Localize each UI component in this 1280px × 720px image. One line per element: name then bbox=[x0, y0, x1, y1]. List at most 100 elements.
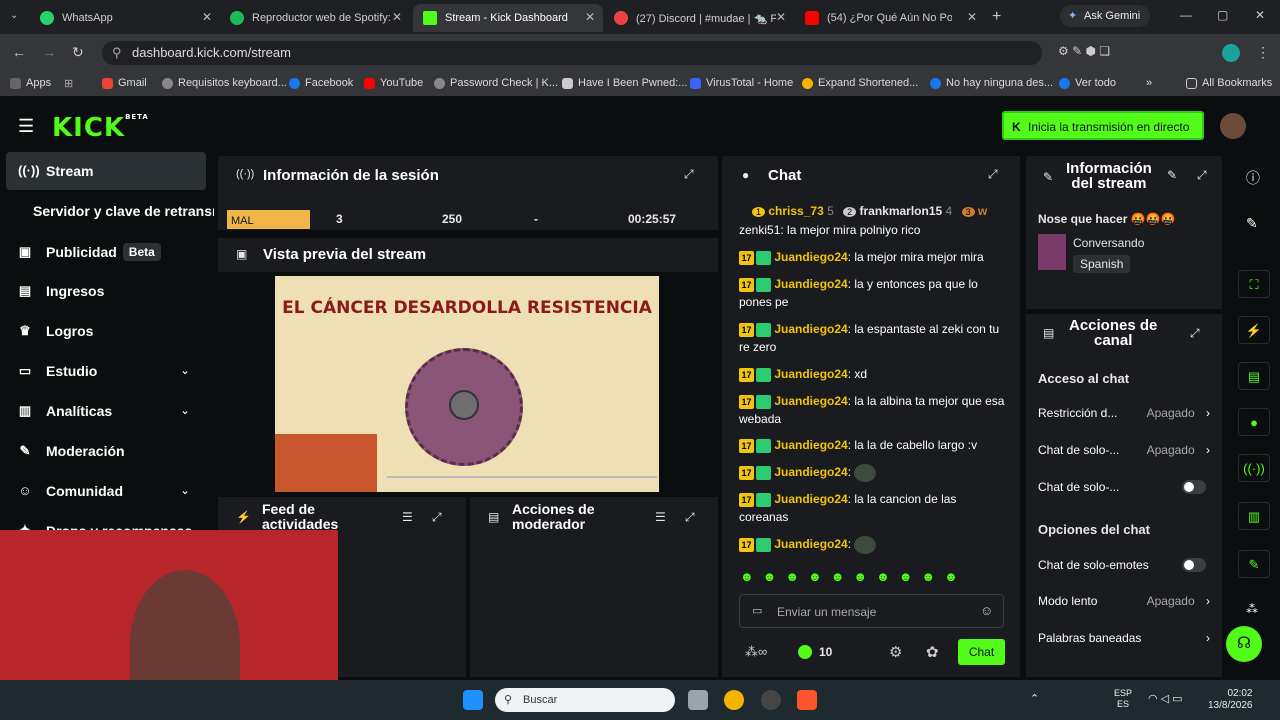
sidebar-item-community[interactable]: ☺ Comunidad bbox=[18, 483, 123, 499]
close-icon[interactable]: ✕ bbox=[392, 10, 402, 24]
tab-list-icon[interactable]: ⌄ bbox=[10, 10, 18, 21]
tab-spotify[interactable]: Reproductor web de Spotify: m ✕ bbox=[220, 4, 410, 32]
close-icon[interactable]: ✕ bbox=[585, 10, 595, 24]
gear-icon[interactable]: ⚙ bbox=[889, 643, 902, 661]
popout-icon[interactable]: ⤢ bbox=[432, 510, 442, 525]
site-info-icon[interactable]: ⚲ bbox=[112, 41, 122, 65]
close-icon[interactable]: ✕ bbox=[776, 10, 786, 24]
followers-only-toggle[interactable] bbox=[1182, 480, 1206, 494]
windows-start-icon[interactable] bbox=[463, 690, 483, 710]
chat-setting-row[interactable]: Modo lento Apagado › bbox=[1038, 594, 1210, 608]
chat-username[interactable]: Juandiego24 bbox=[774, 492, 847, 506]
sidebar-item-analytics[interactable]: ▥ Analíticas bbox=[18, 403, 112, 419]
hamburger-menu-icon[interactable]: ☰ bbox=[18, 116, 34, 137]
edit-layout-icon[interactable]: ✎ bbox=[1246, 215, 1258, 232]
stream-preview-video[interactable]: EL CÁNCER DESARDOLLA RESISTENCIA bbox=[275, 276, 659, 492]
emoji-icon[interactable]: ☺ bbox=[980, 603, 993, 618]
tab-kick[interactable]: Stream - Kick Dashboard ✕ bbox=[413, 4, 603, 32]
chat-setting-row[interactable]: Palabras baneadas › bbox=[1038, 631, 1210, 645]
menu-icon[interactable]: ⋮ bbox=[1256, 44, 1270, 61]
bookmark-gmail[interactable]: Gmail bbox=[102, 77, 147, 89]
info-icon[interactable]: ⓘ bbox=[1246, 168, 1260, 188]
sidebar-item-moderation[interactable]: ✎ Moderación bbox=[18, 443, 125, 459]
address-bar[interactable]: ⚲ dashboard.kick.com/stream bbox=[102, 41, 1042, 65]
wrench-icon[interactable]: ✎ bbox=[1238, 550, 1270, 578]
profile-avatar[interactable] bbox=[1222, 44, 1240, 62]
user-avatar[interactable] bbox=[1220, 113, 1246, 139]
bookmark-grid[interactable]: ⊞ bbox=[64, 77, 73, 90]
bookmark-password[interactable]: Password Check | K... bbox=[434, 77, 558, 89]
notes-icon[interactable]: ▤ bbox=[1238, 362, 1270, 390]
chat-setting-row[interactable]: Chat de solo-... Apagado › bbox=[1038, 443, 1210, 457]
chat-username[interactable]: Juandiego24 bbox=[774, 367, 847, 381]
chevron-down-icon[interactable]: ⌄ bbox=[180, 483, 190, 497]
extensions-area[interactable]: ⚙ ✎ ⬢ ❏ bbox=[1058, 44, 1168, 62]
forward-icon[interactable]: → bbox=[42, 44, 56, 60]
clock[interactable]: 02:02 13/8/2026 bbox=[1208, 688, 1253, 712]
chat-username[interactable]: Juandiego24 bbox=[774, 537, 847, 551]
chrome-icon[interactable] bbox=[724, 690, 744, 710]
chat-username[interactable]: Juandiego24 bbox=[774, 250, 847, 264]
broadcast-icon[interactable]: ((·)) bbox=[1238, 454, 1270, 482]
chat-setting-row[interactable]: Restricción d... Apagado › bbox=[1038, 406, 1210, 420]
wifi-icon[interactable]: ◠ ◁ ▭ bbox=[1148, 692, 1183, 705]
chatter-name[interactable]: frankmarlon15 bbox=[859, 204, 942, 218]
chat-username[interactable]: Juandiego24 bbox=[774, 277, 847, 291]
reload-icon[interactable]: ↻ bbox=[72, 44, 84, 61]
new-tab-button[interactable]: + bbox=[992, 8, 1001, 26]
sidebar-item-server[interactable]: Servidor y clave de retransm bbox=[33, 203, 214, 219]
filter-icon[interactable]: ☰ bbox=[655, 510, 666, 524]
network-icon[interactable]: ⁂ bbox=[1246, 602, 1258, 616]
taskbar-search[interactable]: ⚲ Buscar bbox=[495, 688, 675, 712]
minimize-button[interactable]: — bbox=[1180, 8, 1192, 22]
tab-discord[interactable]: (27) Discord | #mudae | 🐀 Pe ✕ bbox=[604, 4, 794, 32]
chat-rail-icon[interactable]: ● bbox=[1238, 408, 1270, 436]
channel-points-icon[interactable]: ⁂∞ bbox=[745, 644, 767, 660]
chat-username[interactable]: Juandiego24 bbox=[774, 438, 847, 452]
close-icon[interactable]: ✕ bbox=[202, 10, 212, 24]
task-view-icon[interactable] bbox=[688, 690, 708, 710]
language-indicator[interactable]: ESP ES bbox=[1114, 688, 1132, 710]
layout-icon[interactable]: ▥ bbox=[1238, 502, 1270, 530]
popout-icon[interactable]: ⤢ bbox=[684, 167, 694, 182]
bookmark-expand[interactable]: Expand Shortened... bbox=[802, 77, 918, 89]
app-icon[interactable] bbox=[761, 690, 781, 710]
chevron-down-icon[interactable]: ⌄ bbox=[180, 403, 190, 417]
bookmark-vertodo[interactable]: Ver todo bbox=[1059, 77, 1116, 89]
maximize-button[interactable]: ▢ bbox=[1217, 8, 1228, 22]
bookmark-facebook[interactable]: Facebook bbox=[289, 77, 353, 89]
clip-icon[interactable]: ⛶ bbox=[1238, 270, 1270, 298]
more-bookmarks-icon[interactable]: » bbox=[1146, 77, 1152, 89]
chat-username[interactable]: Juandiego24 bbox=[774, 322, 847, 336]
tab-whatsapp[interactable]: WhatsApp ✕ bbox=[30, 4, 220, 32]
bookmark-hibp[interactable]: Have I Been Pwned:... bbox=[562, 77, 687, 89]
send-chat-button[interactable]: Chat bbox=[958, 639, 1005, 665]
popout-icon[interactable]: ⤢ bbox=[685, 510, 695, 525]
category-name[interactable]: Conversando bbox=[1073, 236, 1144, 250]
chatter-name[interactable]: chriss_73 bbox=[768, 204, 823, 218]
sidebar-item-studio[interactable]: ▭ Estudio bbox=[18, 363, 98, 379]
bookmark-nohay[interactable]: No hay ninguna des... bbox=[930, 77, 1053, 89]
chat-username[interactable]: Juandiego24 bbox=[774, 394, 847, 408]
go-live-button[interactable]: K Inicia la transmisión en directo bbox=[1002, 111, 1204, 140]
sidebar-item-achievements[interactable]: ♛ Logros bbox=[18, 323, 93, 339]
bookmark-keyboard[interactable]: Requisitos keyboard... bbox=[162, 77, 287, 89]
bolt-icon[interactable]: ⚡ bbox=[1238, 316, 1270, 344]
tab-youtube[interactable]: (54) ¿Por Qué Aún No Po ✕ bbox=[795, 4, 985, 32]
tray-chevron-icon[interactable]: ⌃ bbox=[1030, 692, 1039, 705]
support-button[interactable]: ☊ bbox=[1226, 626, 1262, 662]
chat-input[interactable]: ▭ Enviar un mensaje ☺ bbox=[739, 594, 1004, 628]
bookmark-youtube[interactable]: YouTube bbox=[364, 77, 423, 89]
close-window-button[interactable]: ✕ bbox=[1255, 8, 1265, 22]
back-icon[interactable]: ← bbox=[12, 44, 26, 60]
popout-icon[interactable]: ⤢ bbox=[1197, 168, 1207, 183]
all-bookmarks[interactable]: All Bookmarks bbox=[1186, 77, 1272, 89]
brave-icon[interactable] bbox=[797, 690, 817, 710]
popout-icon[interactable]: ⤢ bbox=[1190, 326, 1200, 341]
filter-icon[interactable]: ☰ bbox=[402, 510, 413, 524]
bookmark-virustotal[interactable]: VirusTotal - Home bbox=[690, 77, 793, 89]
kick-logo[interactable]: KICKBETA bbox=[52, 113, 149, 143]
close-icon[interactable]: ✕ bbox=[967, 10, 977, 24]
popout-icon[interactable]: ⤢ bbox=[988, 167, 998, 182]
sidebar-item-stream[interactable]: ((·)) Stream bbox=[18, 163, 93, 179]
